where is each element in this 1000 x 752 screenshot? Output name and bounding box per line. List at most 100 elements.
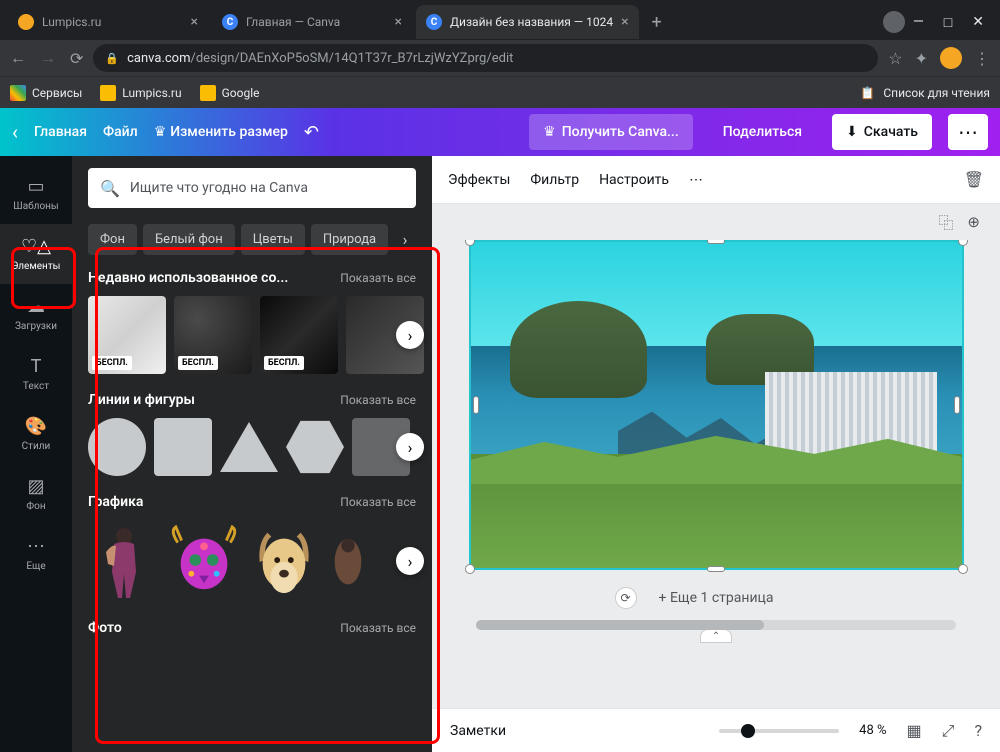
recent-thumb-1[interactable]: БЕСПЛ. (174, 296, 252, 374)
url-input[interactable]: 🔒 canva.com/design/DAEnXoP5oSM/14Q1T37r_… (93, 44, 878, 72)
close-window-icon[interactable]: ✕ (972, 14, 984, 30)
tab-title: Lumpics.ru (42, 15, 183, 29)
apps-icon (10, 85, 26, 101)
styles-icon: 🎨 (25, 416, 47, 437)
back-icon[interactable]: ← (10, 48, 26, 68)
rail-uploads[interactable]: ☁Загрузки (0, 284, 72, 344)
chip-bg[interactable]: Фон (88, 224, 137, 255)
browser-tab-0[interactable]: Lumpics.ru × (8, 5, 208, 39)
resize-handle-bottom[interactable] (707, 566, 725, 572)
help-icon[interactable]: ? (974, 721, 982, 740)
tab-overflow-icon[interactable] (883, 11, 905, 33)
chip-nature[interactable]: Природа (311, 224, 388, 255)
search-input[interactable]: 🔍 Ищите что угодно на Canva (88, 168, 416, 208)
shape-circle[interactable] (88, 418, 146, 476)
browser-tab-2[interactable]: C Дизайн без названия — 1024 × (416, 5, 639, 39)
templates-icon: ▭ (27, 176, 44, 197)
recent-scroll-right[interactable]: › (396, 321, 424, 349)
recent-thumb-2[interactable]: БЕСПЛ. (260, 296, 338, 374)
section-photo-all[interactable]: Показать все (340, 621, 416, 635)
file-menu[interactable]: Файл (103, 124, 138, 140)
graphic-person[interactable] (88, 520, 160, 602)
extension-icon[interactable]: ✦ (915, 49, 928, 68)
close-icon[interactable]: × (395, 14, 402, 30)
resize-handle-top[interactable] (707, 240, 725, 244)
share-button[interactable]: Поделиться (709, 114, 816, 150)
bookmark-google[interactable]: Google (200, 85, 260, 101)
new-tab-button[interactable]: + (643, 8, 671, 36)
zoom-slider[interactable] (719, 729, 839, 733)
reload-icon[interactable]: ⟳ (70, 49, 83, 68)
toolbar-filter[interactable]: Фильтр (530, 172, 579, 188)
shape-square[interactable] (154, 418, 212, 476)
resize-handle-bl[interactable] (465, 564, 475, 574)
resize-handle-left[interactable] (473, 396, 479, 414)
profile-avatar[interactable] (940, 47, 962, 69)
uploads-icon: ☁ (27, 296, 45, 317)
section-graphics-all[interactable]: Показать все (340, 495, 416, 509)
rail-background[interactable]: ▨Фон (0, 464, 72, 524)
canva-back-icon[interactable]: ‹ (12, 120, 18, 144)
bookmark-apps[interactable]: Сервисы (10, 85, 82, 101)
resize-handle-right[interactable] (954, 396, 960, 414)
duplicate-page-icon[interactable]: ⿻ (938, 212, 953, 233)
menu-icon[interactable]: ⋮ (974, 49, 990, 68)
refresh-icon[interactable]: ⟳ (615, 587, 637, 609)
chip-flowers[interactable]: Цветы (241, 224, 305, 255)
download-button[interactable]: ⬇Скачать (832, 114, 932, 150)
rail-text[interactable]: TТекст (0, 344, 72, 404)
rail-templates[interactable]: ▭Шаблоны (0, 164, 72, 224)
download-icon: ⬇ (846, 124, 858, 140)
chips-scroll-right[interactable]: › (394, 222, 416, 256)
resize-handle-br[interactable] (958, 564, 968, 574)
shape-hexagon[interactable] (286, 418, 344, 476)
recent-thumb-0[interactable]: БЕСПЛ. (88, 296, 166, 374)
graphics-scroll-right[interactable]: › (396, 547, 424, 575)
delete-icon[interactable]: 🗑 (964, 170, 984, 189)
graphic-dog[interactable] (248, 520, 320, 602)
toolbar-effects[interactable]: Эффекты (448, 172, 510, 188)
chip-white-bg[interactable]: Белый фон (143, 224, 235, 255)
page-caret-icon[interactable]: ⌃ (700, 629, 732, 643)
browser-tab-1[interactable]: C Главная — Canva × (212, 5, 412, 39)
add-page-button[interactable]: + Еще 1 страница ⟳ (659, 590, 774, 606)
forward-icon: → (40, 48, 56, 68)
graphic-skull[interactable] (168, 520, 240, 602)
horizontal-scrollbar[interactable] (476, 620, 956, 630)
minimize-icon[interactable]: — (913, 14, 924, 30)
shape-triangle[interactable] (220, 422, 278, 472)
elements-icon: ♡△ (21, 236, 51, 257)
notes-button[interactable]: Заметки (450, 723, 506, 739)
close-icon[interactable]: × (191, 14, 198, 30)
grid-view-icon[interactable]: ▦ (907, 721, 922, 740)
rail-more[interactable]: ⋯Еще (0, 524, 72, 584)
canvas-artboard[interactable] (469, 240, 964, 570)
graphic-partial[interactable] (328, 520, 368, 602)
fullscreen-icon[interactable]: ⤢ (942, 721, 955, 741)
close-icon[interactable]: × (621, 14, 628, 30)
folder-icon (200, 85, 216, 101)
shapes-scroll-right[interactable]: › (396, 433, 424, 461)
maximize-icon[interactable]: □ (944, 14, 952, 31)
crown-icon: ♛ (154, 124, 167, 140)
bookmark-lumpics[interactable]: Lumpics.ru (100, 85, 181, 101)
undo-icon[interactable]: ↶ (304, 122, 319, 143)
star-icon[interactable]: ☆ (888, 49, 902, 68)
toolbar-more-icon[interactable]: ⋯ (689, 172, 703, 188)
reading-list-button[interactable]: 📋 Список для чтения (860, 86, 990, 100)
selected-image[interactable] (471, 242, 962, 568)
section-recent-all[interactable]: Показать все (340, 271, 416, 285)
rail-styles[interactable]: 🎨Стили (0, 404, 72, 464)
more-icon: ⋯ (27, 536, 45, 557)
add-page-icon[interactable]: ⊕ (967, 213, 980, 231)
rail-elements[interactable]: ♡△Элементы (0, 224, 72, 284)
toolbar-adjust[interactable]: Настроить (599, 172, 669, 188)
zoom-value: 48 % (859, 723, 886, 738)
section-photo-title: Фото (88, 620, 122, 636)
home-link[interactable]: Главная (34, 124, 87, 140)
section-shapes-all[interactable]: Показать все (340, 393, 416, 407)
get-pro-button[interactable]: ♛Получить Canva... (529, 114, 693, 150)
favicon-icon (18, 14, 34, 30)
more-actions-button[interactable]: ⋯ (948, 114, 988, 150)
resize-button[interactable]: ♛Изменить размер (154, 124, 288, 140)
